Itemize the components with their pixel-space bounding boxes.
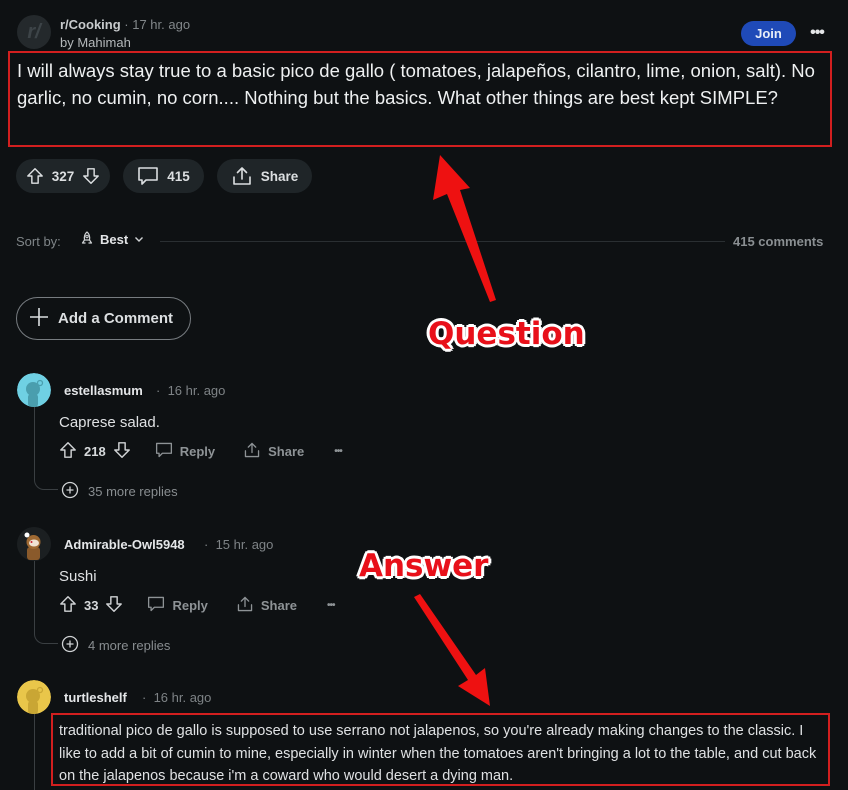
share-button[interactable]: Share xyxy=(236,595,297,616)
comment-icon xyxy=(155,441,173,462)
upvote-icon[interactable] xyxy=(26,167,44,185)
subreddit-avatar-glyph: r/ xyxy=(27,20,41,43)
comment-body: Sushi xyxy=(59,568,97,585)
chevron-down-icon xyxy=(134,232,144,247)
more-options-icon[interactable]: ••• xyxy=(334,446,342,457)
avatar[interactable] xyxy=(17,373,51,407)
comments-button[interactable]: 415 xyxy=(123,159,204,193)
comment-username[interactable]: estellasmum xyxy=(64,383,143,398)
thread-line[interactable] xyxy=(34,714,35,790)
comment-time: · 15 hr. ago xyxy=(204,537,274,552)
more-options-icon[interactable]: ••• xyxy=(327,600,335,611)
comment-icon xyxy=(147,595,165,616)
comment-score: 33 xyxy=(84,598,99,613)
question-annotation: Question xyxy=(428,316,585,352)
subreddit-link[interactable]: r/Cooking xyxy=(60,17,121,32)
comment-icon xyxy=(137,166,159,186)
reply-button[interactable]: Reply xyxy=(147,595,208,616)
post-time: · 17 hr. ago xyxy=(124,17,191,32)
thread-elbow xyxy=(34,630,58,644)
avatar[interactable] xyxy=(17,680,51,714)
share-icon xyxy=(231,165,253,187)
answer-arrow-icon xyxy=(414,594,490,706)
add-comment-label: Add a Comment xyxy=(58,310,174,327)
reply-button[interactable]: Reply xyxy=(155,441,215,462)
snoo-avatar-icon xyxy=(17,527,51,561)
comment-time-value: 15 hr. ago xyxy=(215,537,274,552)
upvote-count: 327 xyxy=(51,168,75,184)
share-icon xyxy=(236,595,254,616)
comment-time-value: 16 hr. ago xyxy=(153,690,212,705)
downvote-icon[interactable] xyxy=(82,167,100,185)
sort-divider xyxy=(160,241,725,242)
reply-label: Reply xyxy=(179,444,216,459)
comment-actions: 33 Reply Share ••• xyxy=(59,595,335,616)
more-options-icon[interactable]: ••• xyxy=(806,22,828,44)
join-button[interactable]: Join xyxy=(741,21,796,46)
vote-controls: 327 xyxy=(16,159,110,193)
plus-circle-icon xyxy=(61,635,79,656)
share-label: Share xyxy=(268,444,305,459)
plus-icon xyxy=(29,307,49,331)
sort-dropdown[interactable]: Best xyxy=(80,231,144,248)
comment-body: Caprese salad. xyxy=(59,414,160,431)
comment-score: 218 xyxy=(84,444,106,459)
more-replies-button[interactable]: 35 more replies xyxy=(61,481,178,502)
sort-label: Sort by: xyxy=(16,234,61,249)
avatar[interactable] xyxy=(17,527,51,561)
answer-annotation: Answer xyxy=(359,548,489,584)
question-arrow-icon xyxy=(433,155,496,302)
total-comments: 415 comments xyxy=(733,234,824,249)
post-author[interactable]: by Mahimah xyxy=(60,35,131,50)
thread-elbow xyxy=(34,476,58,490)
comment-actions: 218 Reply Share ••• xyxy=(59,441,343,462)
downvote-icon[interactable] xyxy=(113,441,131,462)
more-replies-button[interactable]: 4 more replies xyxy=(61,635,170,656)
comment-username[interactable]: turtleshelf xyxy=(64,690,127,705)
post-title: I will always stay true to a basic pico … xyxy=(17,60,815,108)
snoo-avatar-icon xyxy=(17,680,51,714)
rocket-icon xyxy=(80,231,94,248)
share-button[interactable]: Share xyxy=(217,159,312,193)
sort-selected: Best xyxy=(100,232,129,247)
share-button[interactable]: Share xyxy=(243,441,304,462)
downvote-icon[interactable] xyxy=(105,595,123,616)
post-meta: r/Cooking · 17 hr. ago xyxy=(60,17,190,32)
comment-time: · 16 hr. ago xyxy=(156,383,226,398)
share-label: Share xyxy=(260,168,299,184)
plus-circle-icon xyxy=(61,481,79,502)
share-icon xyxy=(243,441,261,462)
more-replies-label: 35 more replies xyxy=(88,484,178,499)
upvote-icon[interactable] xyxy=(59,441,77,462)
reply-label: Reply xyxy=(172,598,208,613)
upvote-icon[interactable] xyxy=(59,595,77,616)
more-replies-label: 4 more replies xyxy=(88,638,171,653)
comment-time-value: 16 hr. ago xyxy=(167,383,226,398)
comment-username[interactable]: Admirable-Owl5948 xyxy=(64,537,185,552)
subreddit-avatar[interactable]: r/ xyxy=(17,15,51,49)
thread-line[interactable] xyxy=(34,561,35,633)
comment-time: · 16 hr. ago xyxy=(142,690,212,705)
comment-body: traditional pico de gallo is supposed to… xyxy=(59,723,817,784)
snoo-avatar-icon xyxy=(17,373,51,407)
add-comment-button[interactable]: Add a Comment xyxy=(16,297,191,340)
share-label: Share xyxy=(260,598,298,613)
comment-count: 415 xyxy=(167,168,190,184)
thread-line[interactable] xyxy=(34,407,35,479)
